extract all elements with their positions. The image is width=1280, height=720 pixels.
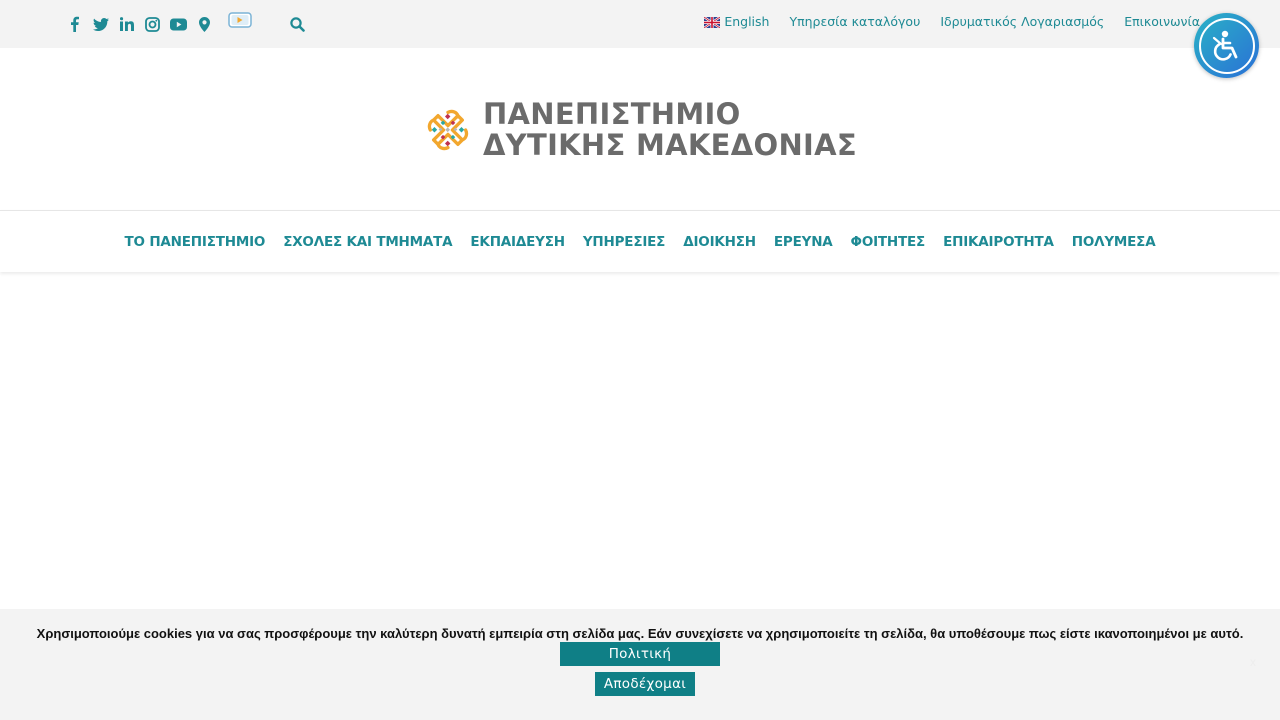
uk-flag-icon: [703, 16, 721, 29]
logo-emblem-icon: [427, 109, 469, 151]
wheelchair-icon: [1212, 30, 1237, 61]
nav-item-research[interactable]: ΕΡΕΥΝΑ: [774, 234, 833, 250]
facebook-icon[interactable]: [66, 16, 83, 33]
twitter-icon[interactable]: [92, 16, 109, 33]
logo-line-1: ΠΑΝΕΠΙΣΤΗΜΙΟ: [482, 97, 741, 131]
nav-item-students[interactable]: ΦΟΙΤΗΤΕΣ: [851, 234, 926, 250]
language-english-link[interactable]: English: [703, 14, 770, 29]
nav-item-university[interactable]: ΤΟ ΠΑΝΕΠΙΣΤΗΜΙΟ: [125, 234, 266, 250]
top-bar: English Υπηρεσία καταλόγου Ιδρυματικός Λ…: [0, 0, 1280, 48]
english-label: English: [724, 14, 770, 29]
cookie-banner: Χρησιμοποιούμε cookies για να σας προσφέ…: [0, 609, 1280, 720]
accessibility-button[interactable]: [1194, 13, 1259, 78]
logo-line-2: ΔΥΤΙΚΗΣ ΜΑΚΕΔΟΝΙΑΣ: [482, 128, 857, 162]
catalog-service-link[interactable]: Υπηρεσία καταλόγου: [789, 14, 920, 29]
nav-item-services[interactable]: ΥΠΗΡΕΣΙΕΣ: [583, 234, 666, 250]
nav-item-education[interactable]: ΕΚΠΑΙΔΕΥΣΗ: [470, 234, 565, 250]
accept-cookies-button[interactable]: Αποδέχομαι: [595, 672, 695, 696]
cookie-close-icon[interactable]: x: [1250, 655, 1256, 669]
top-links: English Υπηρεσία καταλόγου Ιδρυματικός Λ…: [703, 14, 1200, 29]
institutional-account-link[interactable]: Ιδρυματικός Λογαριασμός: [940, 14, 1104, 29]
map-marker-icon[interactable]: [196, 16, 213, 33]
instagram-icon[interactable]: [144, 16, 161, 33]
youtube-icon[interactable]: [170, 16, 187, 33]
nav-item-schools-departments[interactable]: ΣΧΟΛΕΣ ΚΑΙ ΤΜΗΜΑΤΑ: [283, 234, 452, 250]
cookie-message: Χρησιμοποιούμε cookies για να σας προσφέ…: [36, 626, 1244, 641]
logo-text: ΠΑΝΕΠΙΣΤΗΜΙΟ ΔΥΤΙΚΗΣ ΜΑΚΕΔΟΝΙΑΣ: [483, 99, 857, 161]
nav-item-multimedia[interactable]: ΠΟΛΥΜΕΣΑ: [1072, 234, 1156, 250]
nav-item-administration[interactable]: ΔΙΟΙΚΗΣΗ: [683, 234, 756, 250]
search-icon[interactable]: [290, 17, 306, 33]
privacy-policy-button[interactable]: Πολιτική απορρήτου: [560, 642, 720, 686]
main-navigation: ΤΟ ΠΑΝΕΠΙΣΤΗΜΙΟ ΣΧΟΛΕΣ ΚΑΙ ΤΜΗΜΑΤΑ ΕΚΠΑΙ…: [0, 210, 1280, 272]
social-links: [66, 12, 252, 36]
contact-link[interactable]: Επικοινωνία: [1124, 14, 1200, 29]
university-logo[interactable]: ΠΑΝΕΠΙΣΤΗΜΙΟ ΔΥΤΙΚΗΣ ΜΑΚΕΔΟΝΙΑΣ: [427, 92, 857, 168]
linkedin-icon[interactable]: [118, 16, 135, 33]
nav-item-news[interactable]: ΕΠΙΚΑΙΡΟΤΗΤΑ: [943, 234, 1054, 250]
accessibility-ring: [1198, 17, 1255, 74]
video-tv-icon[interactable]: [228, 12, 252, 30]
